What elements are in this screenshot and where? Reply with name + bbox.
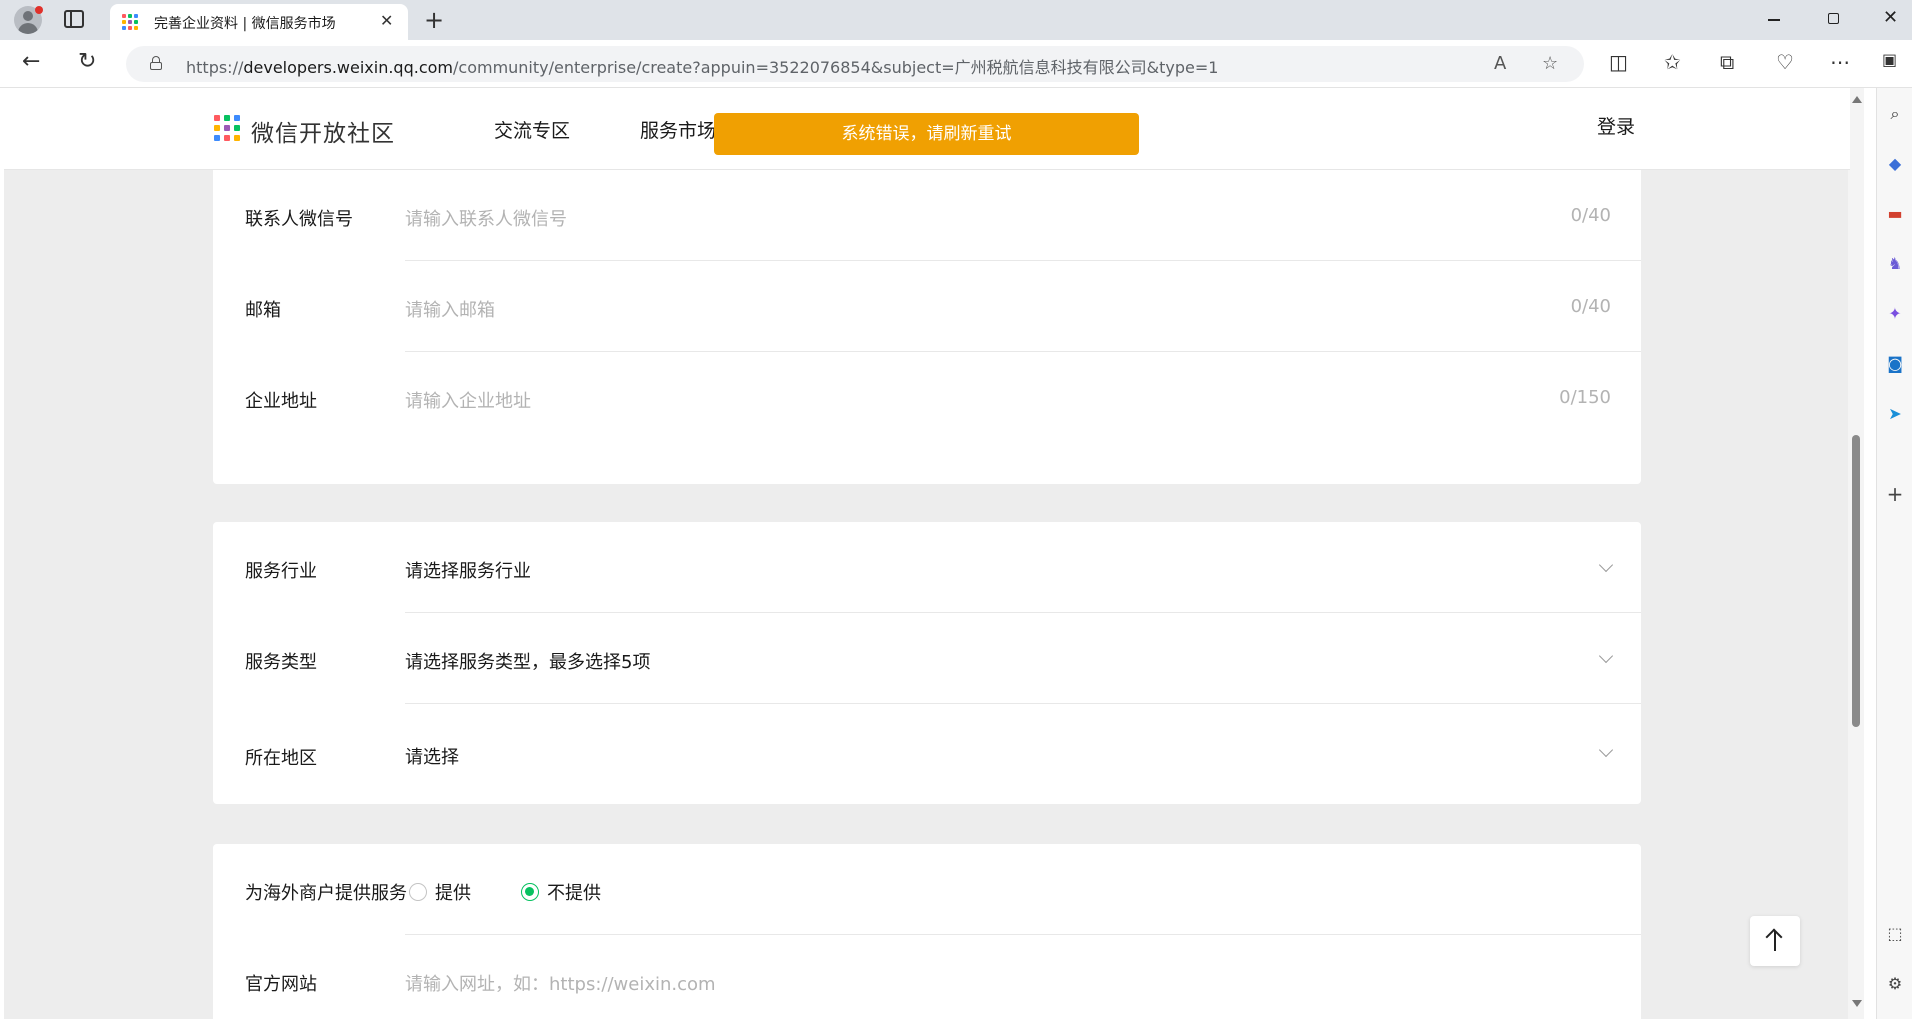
tab-actions-icon[interactable] bbox=[64, 10, 84, 28]
field-label: 所在地区 bbox=[245, 748, 317, 769]
region-select[interactable]: 所在地区 请选择 bbox=[213, 704, 1641, 804]
char-counter: 0/40 bbox=[1570, 296, 1611, 317]
add-icon[interactable]: + bbox=[1885, 484, 1905, 504]
select-value[interactable]: 请选择 bbox=[405, 743, 459, 769]
field-label: 服务类型 bbox=[245, 652, 317, 673]
form-row: 邮箱 请输入邮箱 0/40 bbox=[213, 261, 1641, 352]
char-counter: 0/40 bbox=[1570, 205, 1611, 226]
more-icon[interactable]: ⋯ bbox=[1830, 50, 1850, 74]
sidebar-icon[interactable]: ▣ bbox=[1882, 50, 1897, 69]
nav-link-market[interactable]: 服务市场 bbox=[640, 116, 716, 143]
radio-provide[interactable] bbox=[409, 883, 427, 901]
char-counter: 0/150 bbox=[1559, 387, 1611, 408]
site-logo-text[interactable]: 微信开放社区 bbox=[251, 114, 395, 148]
email-input[interactable]: 请输入邮箱 bbox=[405, 296, 495, 322]
overseas-row: 为海外商户提供服务 提供 不提供 bbox=[213, 844, 1641, 935]
scroll-down-arrow[interactable] bbox=[1852, 1000, 1862, 1007]
chess-icon[interactable]: ♞ bbox=[1885, 254, 1905, 274]
page-viewport: 微信开放社区 交流专区 服务市场 登录 系统错误，请刷新重试 联系人微信号 请输… bbox=[4, 88, 1850, 1019]
scroll-up-arrow[interactable] bbox=[1852, 96, 1862, 103]
favorite-icon[interactable]: ☆ bbox=[1542, 53, 1558, 74]
new-tab-button[interactable]: + bbox=[424, 6, 444, 34]
service-type-select[interactable]: 服务类型 请选择服务类型，最多选择5项 bbox=[213, 613, 1641, 704]
overseas-service-card: 为海外商户提供服务 提供 不提供 官方网站 请输入网址，如：https://we… bbox=[213, 844, 1641, 1019]
lock-icon[interactable] bbox=[150, 56, 162, 70]
tab-close-icon[interactable]: ✕ bbox=[380, 11, 393, 30]
toolbox-icon[interactable]: ▬ bbox=[1885, 204, 1905, 224]
close-window-icon[interactable]: ✕ bbox=[1883, 7, 1898, 28]
favorites-icon[interactable]: ✩ bbox=[1664, 50, 1681, 74]
radio-label-not-provide[interactable]: 不提供 bbox=[547, 879, 601, 905]
minimize-icon[interactable] bbox=[1768, 19, 1780, 21]
back-to-top-button[interactable] bbox=[1750, 916, 1800, 966]
field-label: 服务行业 bbox=[245, 561, 317, 582]
error-toast: 系统错误，请刷新重试 bbox=[714, 113, 1139, 155]
address-bar[interactable]: https://developers.weixin.qq.com/communi… bbox=[126, 46, 1584, 82]
reload-icon[interactable]: ↻ bbox=[78, 49, 96, 74]
service-info-card: 服务行业 请选择服务行业 服务类型 请选择服务类型，最多选择5项 所在地区 请选… bbox=[213, 522, 1641, 804]
site-header: 微信开放社区 交流专区 服务市场 登录 系统错误，请刷新重试 bbox=[4, 88, 1850, 170]
chevron-down-icon[interactable] bbox=[1598, 557, 1614, 573]
back-icon[interactable]: ← bbox=[22, 49, 40, 74]
form-row: 联系人微信号 请输入联系人微信号 0/40 bbox=[213, 170, 1641, 261]
notification-dot bbox=[35, 6, 43, 14]
browser-tabstrip: 完善企业资料 | 微信服务市场 ✕ + ✕ bbox=[0, 0, 1912, 40]
contact-info-card: 联系人微信号 请输入联系人微信号 0/40 邮箱 请输入邮箱 0/40 企业地址… bbox=[213, 148, 1641, 484]
screenshot-icon[interactable]: ⬚ bbox=[1885, 924, 1905, 944]
collections-icon[interactable]: ⧉ bbox=[1720, 50, 1734, 74]
read-aloud-icon[interactable]: A bbox=[1494, 53, 1506, 74]
select-value[interactable]: 请选择服务类型，最多选择5项 bbox=[405, 648, 650, 674]
url-text[interactable]: https://developers.weixin.qq.com/communi… bbox=[186, 54, 1218, 78]
field-label: 联系人微信号 bbox=[245, 209, 353, 230]
form-row: 企业地址 请输入企业地址 0/150 bbox=[213, 352, 1641, 443]
chevron-down-icon[interactable] bbox=[1598, 742, 1614, 758]
browser-toolbar: ← ↻ https://developers.weixin.qq.com/com… bbox=[0, 40, 1912, 88]
settings-icon[interactable]: ⚙ bbox=[1885, 974, 1905, 994]
select-value[interactable]: 请选择服务行业 bbox=[405, 557, 531, 583]
arrow-up-icon bbox=[1774, 931, 1776, 951]
edge-sidebar: ⌕ ◆ ▬ ♞ ✦ ◙ ➤ + ⬚ ⚙ bbox=[1876, 88, 1912, 1019]
field-label: 企业地址 bbox=[245, 391, 317, 412]
website-input[interactable]: 请输入网址，如：https://weixin.com bbox=[405, 970, 716, 996]
industry-select[interactable]: 服务行业 请选择服务行业 bbox=[213, 522, 1641, 613]
tab-title: 完善企业资料 | 微信服务市场 bbox=[154, 16, 336, 32]
wechat-logo-icon[interactable] bbox=[214, 115, 242, 143]
send-icon[interactable]: ➤ bbox=[1885, 404, 1905, 424]
address-input[interactable]: 请输入企业地址 bbox=[405, 387, 531, 413]
radio-not-provide[interactable] bbox=[521, 883, 539, 901]
copilot-icon[interactable]: ✦ bbox=[1885, 304, 1905, 324]
split-screen-icon[interactable]: ◫ bbox=[1609, 50, 1628, 74]
field-label: 邮箱 bbox=[245, 300, 281, 321]
login-link[interactable]: 登录 bbox=[1597, 112, 1635, 139]
page-scrollbar[interactable] bbox=[1848, 88, 1864, 1019]
tag-icon[interactable]: ◆ bbox=[1885, 154, 1905, 174]
chevron-down-icon[interactable] bbox=[1598, 648, 1614, 664]
wechat-id-input[interactable]: 请输入联系人微信号 bbox=[405, 205, 567, 231]
field-label: 官方网站 bbox=[245, 974, 317, 995]
search-icon[interactable]: ⌕ bbox=[1885, 104, 1905, 124]
wechat-favicon-icon bbox=[122, 14, 140, 30]
outlook-icon[interactable]: ◙ bbox=[1885, 354, 1905, 374]
radio-label-provide[interactable]: 提供 bbox=[435, 879, 471, 905]
website-row: 官方网站 请输入网址，如：https://weixin.com bbox=[213, 935, 1641, 1019]
scroll-thumb[interactable] bbox=[1852, 435, 1860, 727]
field-label: 为海外商户提供服务 bbox=[245, 883, 407, 904]
nav-link-community[interactable]: 交流专区 bbox=[494, 116, 570, 143]
extension-icon[interactable]: ♡ bbox=[1776, 50, 1794, 74]
maximize-icon[interactable] bbox=[1828, 13, 1839, 24]
browser-tab-active[interactable]: 完善企业资料 | 微信服务市场 ✕ bbox=[110, 4, 408, 40]
